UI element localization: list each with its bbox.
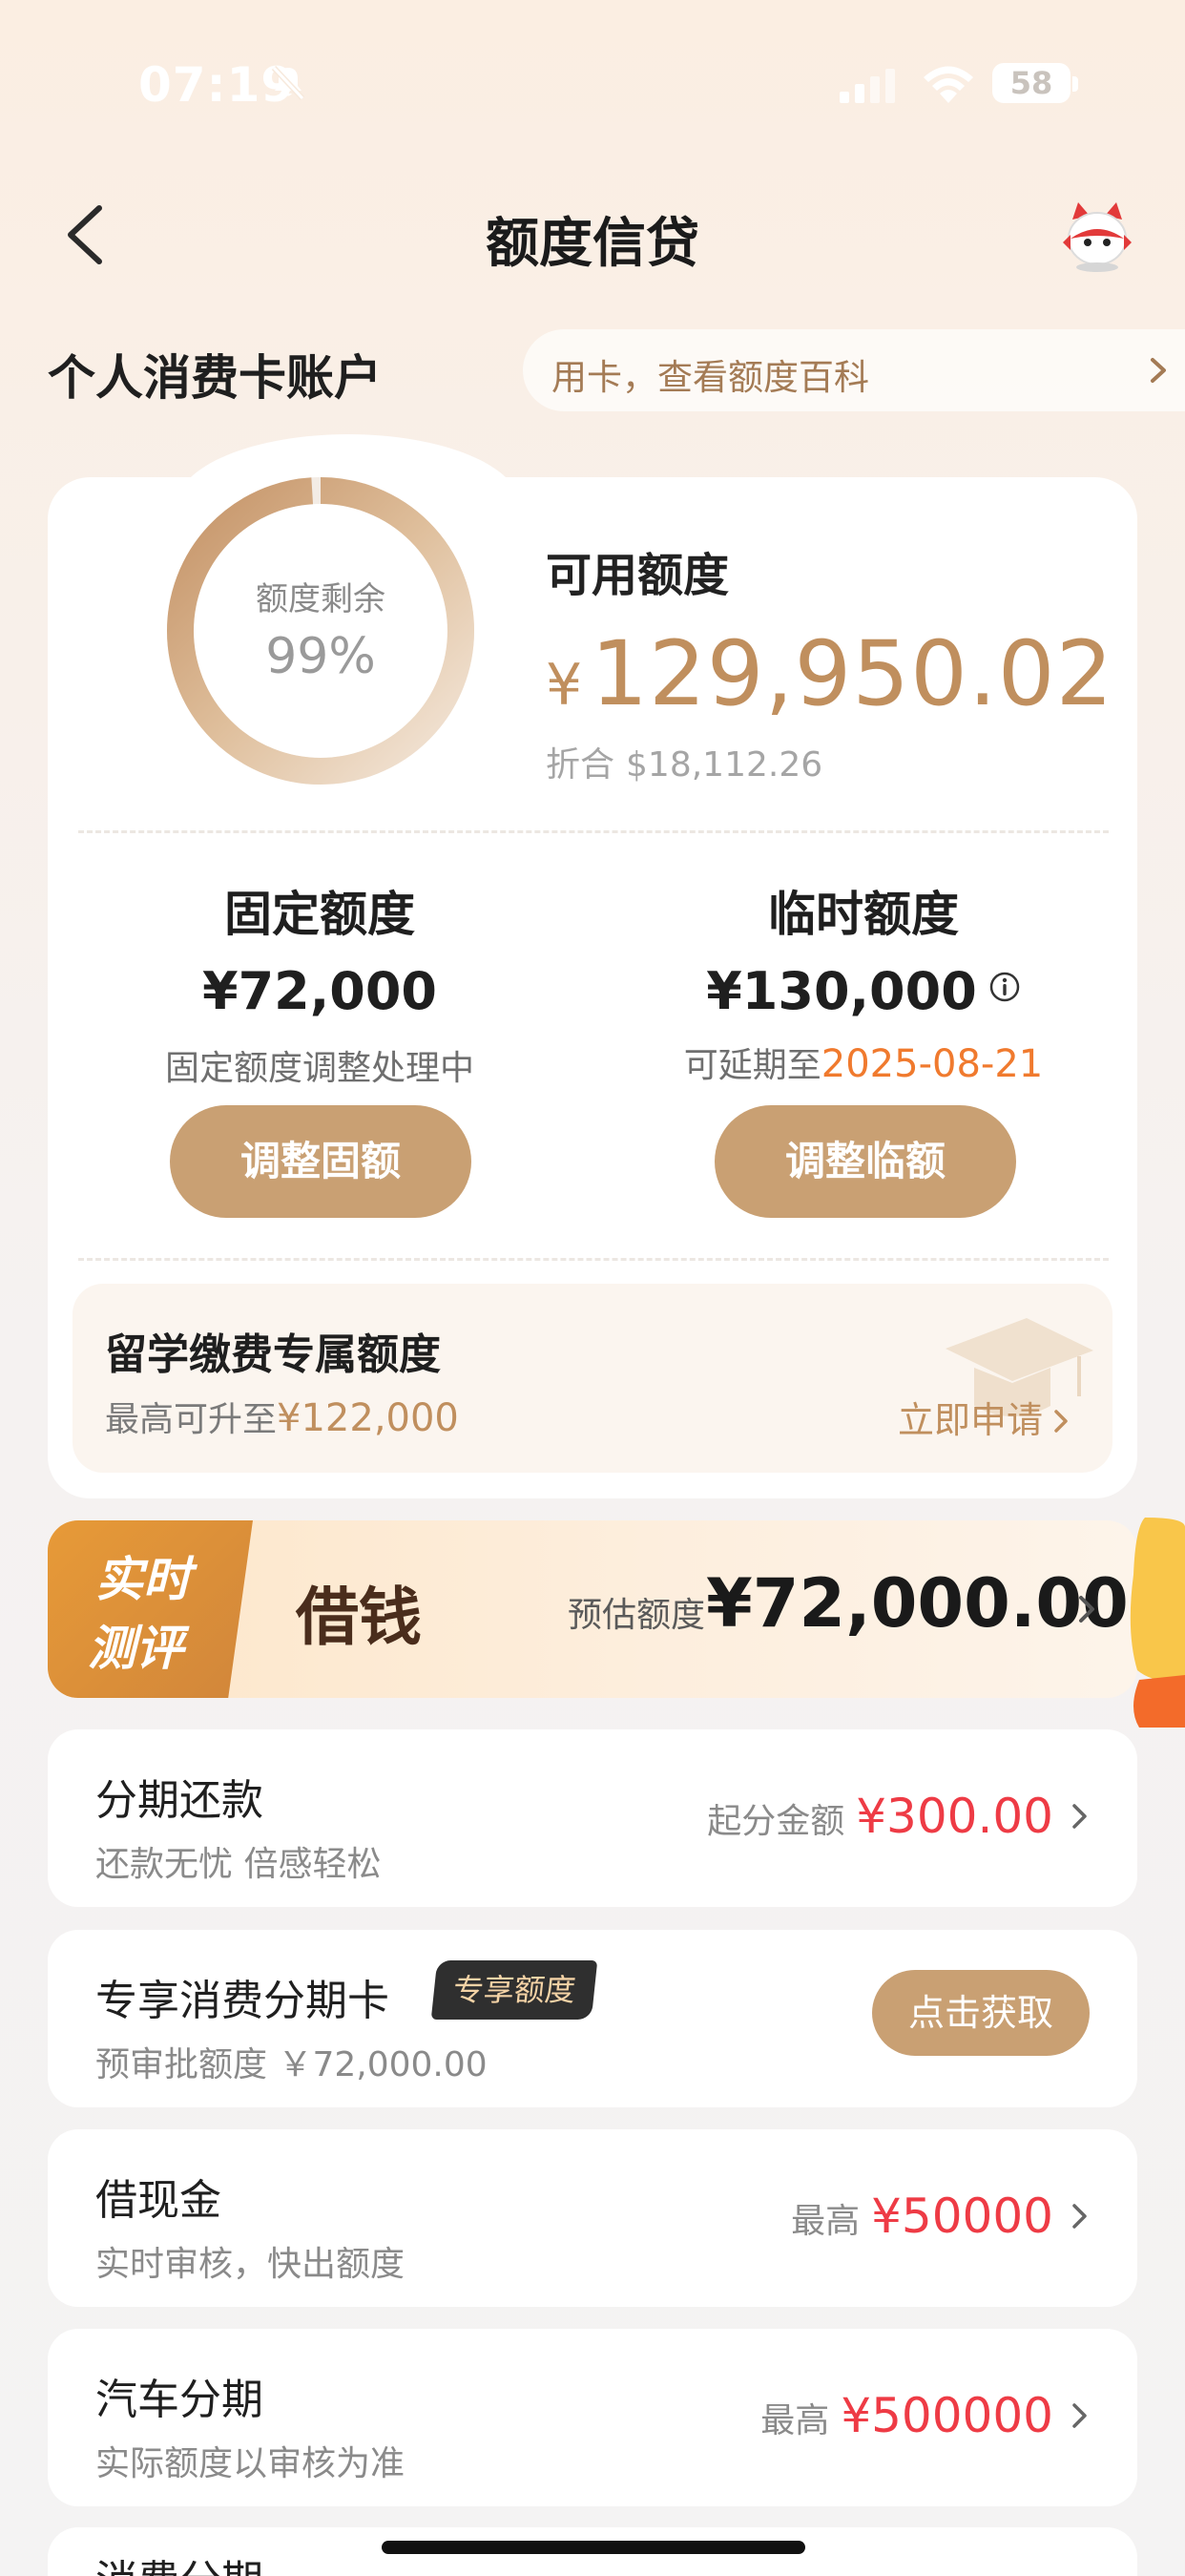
item-right: 最高 ¥500000: [760, 2388, 1090, 2443]
item-right-value: ¥300.00: [856, 1789, 1053, 1844]
divider: [78, 1258, 1109, 1261]
chevron-right-icon: [1054, 1410, 1068, 1433]
divider: [78, 830, 1109, 833]
wifi-icon: [924, 66, 973, 103]
account-title: 个人消费卡账户: [48, 350, 382, 406]
battery-tip: [1072, 76, 1078, 92]
borrow-banner[interactable]: 实时 测评 借钱 预估额度 ¥72,000.00: [48, 1520, 1137, 1698]
item-title: 专享消费分期卡: [95, 1977, 389, 2025]
eval-tag-line2: 测评: [88, 1621, 183, 1676]
bell-slash-icon: [271, 65, 305, 101]
item-right-label: 最高: [760, 2401, 830, 2440]
chevron-right-icon: [1151, 358, 1166, 383]
exclusive-installment-card[interactable]: 专享消费分期卡 专享额度 预审批额度 ￥72,000.00 点击获取: [48, 1930, 1137, 2107]
adjust-temp-button[interactable]: 调整临额: [715, 1105, 1016, 1218]
chevron-right-icon: [1079, 1596, 1094, 1623]
installment-repayment-card[interactable]: 分期还款 还款无忧 倍感轻松 起分金额 ¥300.00: [48, 1729, 1137, 1907]
encyclopedia-text: 用卡，查看额度百科: [551, 357, 869, 398]
study-credit-sub: 最高可升至¥122,000: [105, 1392, 459, 1441]
apply-now-label: 立即申请: [898, 1399, 1044, 1441]
item-right-value: ¥50000: [871, 2189, 1053, 2244]
item-title: 借现金: [95, 2176, 221, 2225]
page-title: 额度信贷: [486, 213, 699, 275]
available-credit-amount: ¥129,950.02: [546, 622, 1113, 726]
chevron-right-icon: [1072, 1804, 1087, 1829]
equiv-amount: $18,112.26: [626, 745, 823, 785]
available-credit-label: 可用额度: [546, 549, 730, 602]
encyclopedia-banner[interactable]: 用卡，查看额度百科: [523, 329, 1185, 411]
eval-tag-line1: 实时: [95, 1552, 191, 1607]
currency-symbol: ¥: [546, 652, 584, 719]
borrow-title: 借钱: [296, 1580, 422, 1654]
estimate-amount: ¥72,000.00: [706, 1564, 1129, 1643]
item-title: 分期还款: [95, 1776, 263, 1825]
mascot-icon[interactable]: [1059, 200, 1135, 273]
auto-installment-card[interactable]: 汽车分期 实际额度以审核为准 最高 ¥500000: [48, 2329, 1137, 2506]
temp-credit-amount-row: ¥130,000: [673, 961, 1054, 1021]
status-bar: 07:19 58: [0, 57, 1185, 115]
estimate-label: 预估额度: [568, 1596, 706, 1635]
study-abroad-credit[interactable]: 留学缴费专属额度 最高可升至¥122,000 立即申请: [73, 1284, 1112, 1473]
fixed-credit-title: 固定额度: [224, 887, 415, 942]
get-now-button[interactable]: 点击获取: [872, 1970, 1090, 2056]
home-indicator: [382, 2541, 805, 2554]
temp-credit-amount: ¥130,000: [706, 961, 977, 1021]
available-amount-value: 129,950.02: [591, 622, 1114, 726]
cash-loan-card[interactable]: 借现金 实时审核，快出额度 最高 ¥50000: [48, 2129, 1137, 2307]
adjust-fixed-button[interactable]: 调整固额: [170, 1105, 471, 1218]
ring-label: 额度剩余: [256, 580, 385, 618]
ring-value: 99%: [265, 628, 376, 685]
fixed-credit-note: 固定额度调整处理中: [164, 1049, 474, 1088]
realtime-eval-tag: 实时 测评: [48, 1520, 253, 1698]
temp-credit-note: 可延期至2025-08-21: [625, 1037, 1102, 1087]
item-subtitle: 实时审核，快出额度: [95, 2245, 405, 2284]
study-max-amount: ¥122,000: [277, 1396, 459, 1440]
item-subtitle: 预审批额度 ￥72,000.00: [95, 2045, 488, 2084]
item-title: 汽车分期: [95, 2376, 263, 2424]
item-right-label: 最高: [791, 2202, 861, 2241]
item-right: 最高 ¥50000: [791, 2189, 1090, 2244]
chevron-right-icon: [1072, 2403, 1087, 2428]
apply-now-link[interactable]: 立即申请: [898, 1391, 1070, 1443]
item-subtitle: 还款无忧 倍感轻松: [95, 1845, 382, 1884]
usd-equivalent: 折合 $18,112.26: [546, 737, 822, 786]
chevron-right-icon: [1072, 2204, 1087, 2229]
item-right: 起分金额 ¥300.00: [707, 1789, 1090, 1844]
study-credit-title: 留学缴费专属额度: [105, 1330, 441, 1379]
study-sub-prefix: 最高可升至: [105, 1400, 278, 1439]
fixed-credit-amount: ¥72,000: [202, 961, 437, 1021]
exclusive-credit-badge: 专享额度: [430, 1960, 598, 2020]
temp-credit-title: 临时额度: [768, 887, 959, 942]
item-right-label: 起分金额: [707, 1802, 845, 1841]
item-right-value: ¥500000: [841, 2388, 1053, 2443]
signal-icon: [840, 69, 895, 103]
info-icon[interactable]: [988, 971, 1021, 1003]
temp-note-prefix: 可延期至: [683, 1046, 821, 1085]
battery-icon: 58: [992, 63, 1071, 103]
equiv-label: 折合: [546, 745, 615, 785]
floating-promo-badge[interactable]: [1126, 1518, 1185, 1728]
item-subtitle: 实际额度以审核为准: [95, 2444, 405, 2483]
item-title: 消费分期: [95, 2546, 263, 2576]
temp-expiry-date: 2025-08-21: [821, 1042, 1044, 1086]
